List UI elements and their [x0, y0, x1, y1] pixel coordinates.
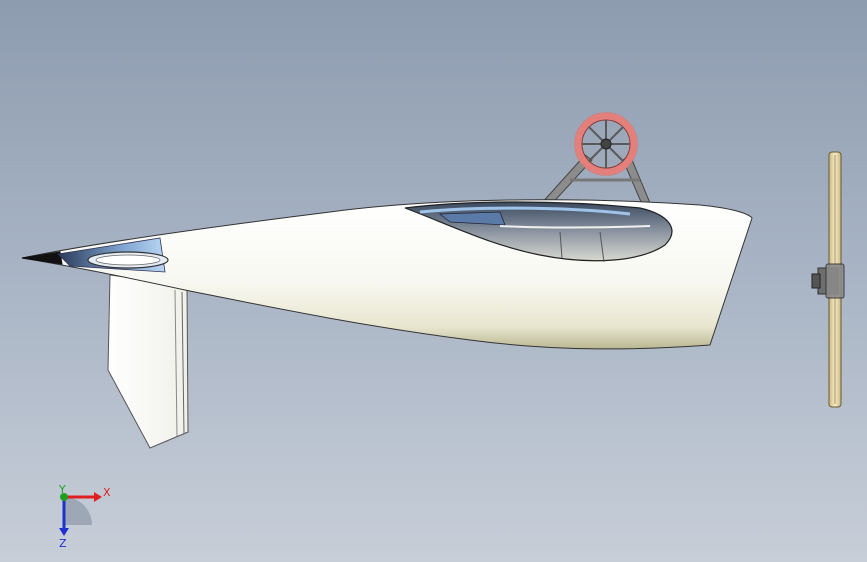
coordinate-triad: X Y Z [58, 483, 111, 550]
cad-viewport[interactable]: X Y Z [0, 0, 867, 562]
x-axis-label: X [103, 486, 111, 499]
triad-plane [64, 497, 92, 525]
fan-guard-wheel[interactable] [574, 112, 638, 176]
propeller-hub[interactable] [811, 263, 845, 299]
model-scene[interactable]: X Y Z [0, 0, 867, 562]
y-axis-label: Y [58, 483, 66, 496]
z-axis-label: Z [59, 537, 67, 550]
skeg-fin[interactable] [107, 274, 189, 449]
